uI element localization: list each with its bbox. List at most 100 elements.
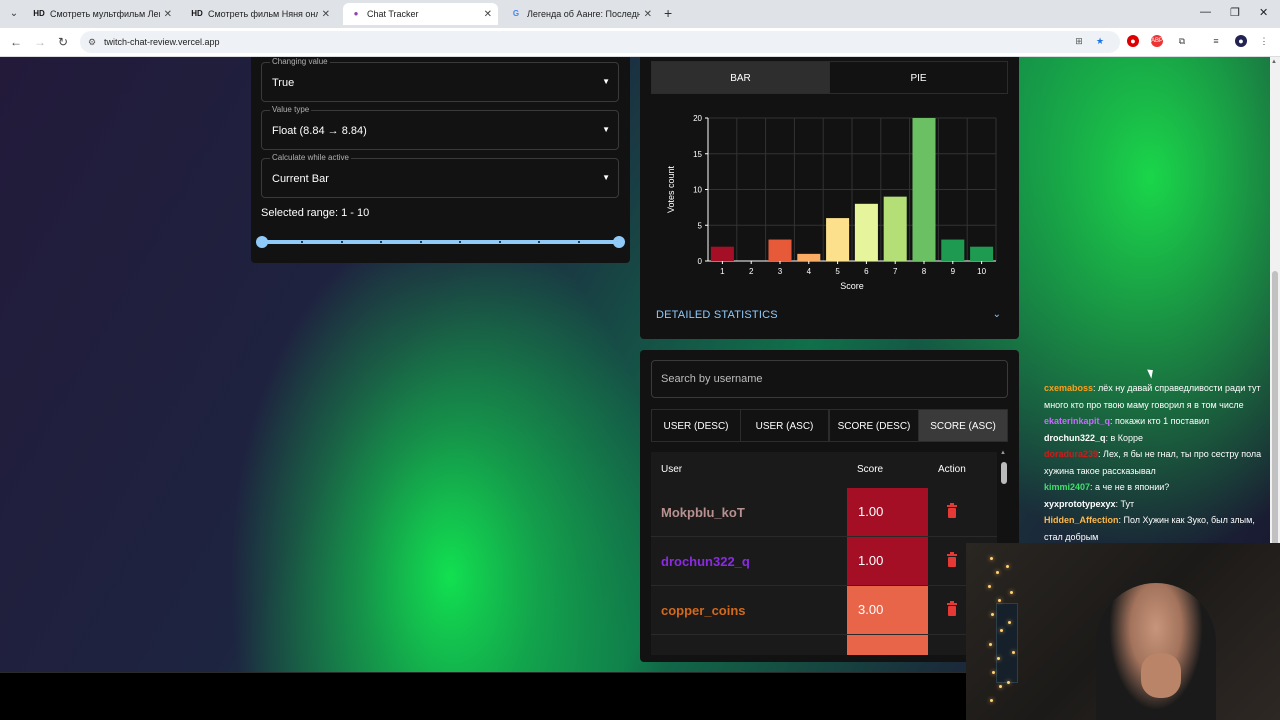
tab-title: Chat Tracker (367, 9, 419, 19)
light-bulb-image (990, 699, 993, 702)
close-tab-icon[interactable]: ✕ (322, 9, 330, 20)
row-score: 1.00 (847, 537, 928, 585)
media-controls-icon[interactable]: ≡ (1210, 35, 1222, 47)
chevron-down-icon[interactable]: ⌄ (993, 309, 1001, 320)
light-bulb-image (1008, 621, 1011, 624)
x-tick-label: 6 (864, 267, 869, 276)
bar-score-10 (970, 246, 994, 261)
light-bulb-image (989, 643, 992, 646)
close-tab-icon[interactable]: ✕ (644, 9, 652, 20)
bar-score-5 (826, 218, 850, 261)
slider-tick (538, 241, 540, 243)
extensions-puzzle-icon[interactable]: ⧉ (1176, 35, 1188, 47)
sort-user-asc-button[interactable]: USER (ASC) (740, 409, 829, 442)
translate-icon[interactable]: ⊞ (1073, 35, 1085, 47)
streamer-webcam (966, 543, 1280, 720)
username-search-field[interactable] (651, 360, 1008, 398)
chat-text: : Тут (1115, 498, 1135, 509)
chat-message: ekaterinkapit_q: покажи кто 1 поставил (1044, 413, 1270, 430)
range-slider-max-thumb[interactable] (613, 236, 625, 248)
bookmark-star-icon[interactable]: ★ (1094, 35, 1106, 47)
x-tick-label: 1 (720, 267, 725, 276)
tab-search-chevron-icon[interactable]: ⌄ (6, 6, 22, 22)
light-bulb-image (996, 571, 999, 574)
changing-value-select[interactable]: Changing value True ▼ (261, 57, 619, 102)
y-axis-label: Votes count (666, 165, 676, 213)
delete-trash-icon[interactable] (946, 552, 958, 568)
chat-message: xyxprototypexyx: Тут (1044, 496, 1270, 513)
close-tab-icon[interactable]: ✕ (164, 9, 172, 20)
scroll-up-icon[interactable]: ▲ (1000, 450, 1006, 456)
adblock-extension-icon[interactable]: ABP (1151, 35, 1163, 47)
profile-avatar[interactable]: ● (1235, 35, 1247, 47)
light-bulb-image (999, 685, 1002, 688)
chat-username: xyxprototypexyx (1044, 498, 1116, 509)
delete-trash-icon[interactable] (946, 503, 958, 519)
value-type-select[interactable]: Value type Float (8.84 → 8.84) ▼ (261, 105, 619, 150)
row-username: Mokpblu_koT (661, 505, 745, 520)
selected-range-text: Selected range: 1 - 10 (261, 207, 370, 219)
slider-tick (578, 241, 580, 243)
site-info-icon[interactable]: ⚙ (88, 31, 96, 53)
x-tick-label: 7 (893, 267, 898, 276)
chat-text: : а че не в японии? (1090, 482, 1170, 492)
slider-tick (341, 241, 343, 243)
browser-tab-3-active[interactable]: ● Chat Tracker ✕ (343, 3, 498, 25)
chat-username: ekaterinkapit_q (1044, 416, 1111, 426)
sort-user-desc-button[interactable]: USER (DESC) (651, 409, 741, 442)
field-label: Changing value (270, 57, 330, 66)
new-tab-icon[interactable]: + (664, 6, 672, 20)
slider-tick (420, 241, 422, 243)
browser-tab-1[interactable]: HD Смотреть мультфильм Легенд ✕ (26, 3, 178, 25)
dropdown-arrow-icon: ▼ (602, 77, 610, 86)
x-tick-label: 3 (778, 267, 783, 276)
bar-score-1 (710, 246, 734, 261)
url-field[interactable]: ⚙ twitch-chat-review.vercel.app (80, 31, 1120, 53)
browser-menu-icon[interactable]: ⋮ (1258, 35, 1270, 47)
table-row-partial (651, 635, 997, 655)
tab-favicon: HD (191, 9, 203, 18)
opera-extension-icon[interactable]: ● (1127, 35, 1139, 47)
table-scroll-thumb[interactable] (1001, 462, 1007, 484)
table-row: drochun322_q 1.00 (651, 537, 997, 586)
range-slider-min-thumb[interactable] (256, 236, 268, 248)
chat-username: doradura239 (1044, 449, 1099, 459)
light-bulb-image (1007, 681, 1010, 684)
forward-icon[interactable]: → (34, 35, 46, 49)
x-axis-label: Score (840, 281, 864, 291)
pie-chart-tab[interactable]: PIE (829, 61, 1008, 94)
browser-tab-2[interactable]: HD Смотреть фильм Няня онлайн ✕ (184, 3, 336, 25)
stream-chat-overlay: cxemaboss: лёх ну давай справедливости р… (1044, 380, 1270, 545)
browser-tab-4[interactable]: G Легенда об Аанге: Последний ✕ (503, 3, 658, 25)
tab-favicon: HD (33, 9, 45, 18)
range-slider-track[interactable] (262, 240, 619, 244)
detailed-statistics-toggle[interactable]: DETAILED STATISTICS (656, 309, 778, 321)
y-tick-label: 15 (693, 150, 702, 159)
close-tab-icon[interactable]: ✕ (484, 9, 492, 20)
calculate-while-active-select[interactable]: Calculate while active Current Bar ▼ (261, 153, 619, 198)
light-bulb-image (990, 557, 993, 560)
light-bulb-image (1012, 651, 1015, 654)
bar-score-7 (883, 196, 907, 261)
chat-message: cxemaboss: лёх ну давай справедливости р… (1044, 380, 1270, 413)
sort-score-asc-button[interactable]: SCORE (ASC) (918, 409, 1008, 442)
field-label: Calculate while active (270, 153, 351, 162)
tab-favicon: G (512, 9, 520, 18)
sort-score-desc-button[interactable]: SCORE (DESC) (829, 409, 919, 442)
reload-icon[interactable]: ↻ (58, 35, 68, 49)
minimize-icon[interactable]: — (1200, 6, 1211, 18)
delete-trash-icon[interactable] (946, 601, 958, 617)
scroll-up-icon[interactable]: ▲ (1271, 59, 1277, 65)
close-window-icon[interactable]: ✕ (1259, 6, 1268, 19)
back-icon[interactable]: ← (10, 35, 22, 49)
bar-chart-tab[interactable]: BAR (651, 61, 830, 94)
chat-tracker-icon: ● (353, 9, 359, 18)
restore-icon[interactable]: ❐ (1230, 6, 1240, 19)
table-row: copper_coins 3.00 (651, 586, 997, 635)
x-tick-label: 8 (922, 267, 927, 276)
chat-username: drochun322_q (1044, 432, 1106, 443)
light-bulb-image (1010, 591, 1013, 594)
search-input[interactable] (652, 361, 1007, 397)
chat-username: Hidden_Affection (1044, 515, 1119, 525)
slider-tick (459, 241, 461, 243)
